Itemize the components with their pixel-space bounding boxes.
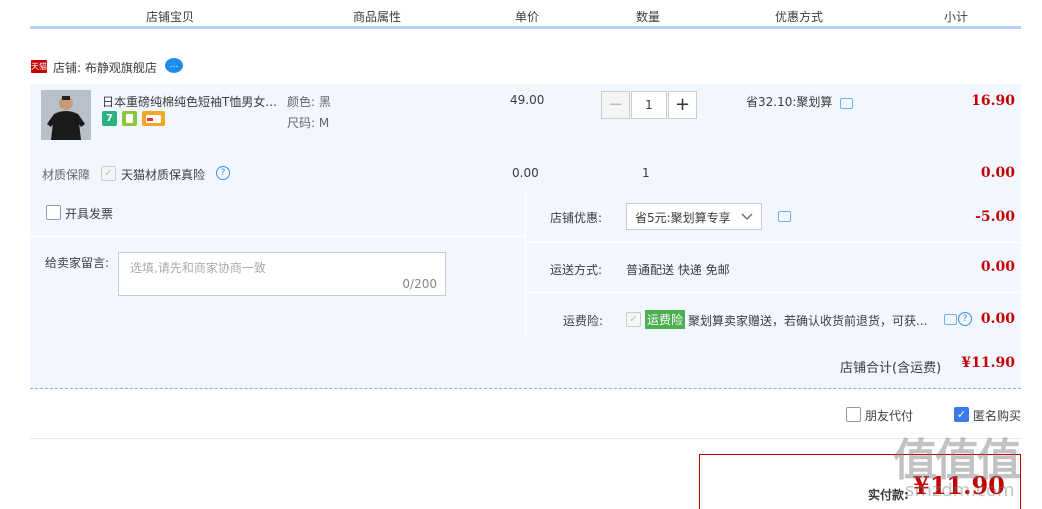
- seven-day-return-icon: 7: [102, 111, 117, 126]
- insurance-subtotal: 0.00: [980, 165, 1015, 181]
- friend-pay-label: 朋友代付: [865, 409, 914, 423]
- anonymous-label: 匿名购买: [973, 409, 1022, 423]
- divider: [30, 438, 1021, 439]
- shipping-value: 普通配送 快递 免邮: [626, 263, 730, 277]
- watermark-site: smzdm.com: [905, 480, 1015, 501]
- shop-total-amount: ¥11.90: [961, 355, 1015, 371]
- message-label: 给卖家留言:: [45, 256, 110, 270]
- freight-insurance-tag: 运费险: [645, 310, 686, 329]
- divider: [526, 242, 1021, 243]
- message-placeholder: 选填,请先和商家协商一致: [130, 261, 266, 275]
- header-divider: [30, 26, 1021, 29]
- invoice-checkbox[interactable]: [46, 205, 61, 220]
- shipping-label: 运送方式:: [550, 263, 603, 277]
- header-attr: 商品属性: [352, 10, 401, 24]
- product-thumbnail[interactable]: [41, 90, 91, 140]
- shop-total-label: 店铺合计(含运费): [840, 361, 942, 376]
- item-price: 49.00: [510, 93, 545, 107]
- help-icon[interactable]: ?: [216, 166, 230, 180]
- insurance-price: 0.00: [512, 166, 539, 180]
- qty-increase-button[interactable]: +: [668, 91, 697, 119]
- friend-pay-checkbox[interactable]: [846, 407, 861, 422]
- qty-decrease-button[interactable]: −: [601, 91, 630, 119]
- freight-insurance-checkbox[interactable]: ✓: [626, 312, 641, 327]
- header-qty: 数量: [635, 10, 660, 24]
- pay-label: 实付款:: [868, 488, 909, 502]
- shop-name-link[interactable]: 店铺: 布静观旗舰店: [53, 59, 157, 76]
- anonymous-checkbox[interactable]: ✓: [954, 407, 969, 422]
- shop-discount-select[interactable]: 省5元:聚划算专享: [626, 203, 762, 230]
- product-title-link[interactable]: 日本重磅纯棉纯色短袖T恤男女...: [102, 93, 280, 110]
- tmall-badge: 天猫: [31, 60, 47, 73]
- divider: [526, 292, 1021, 293]
- header-item: 店铺宝贝: [145, 10, 194, 24]
- discount-info-icon[interactable]: [778, 211, 791, 222]
- item-discount: 省32.10:聚划算: [746, 95, 833, 109]
- attr-color: 颜色: 黑: [287, 95, 331, 109]
- watermark-logo: 值值值: [893, 435, 1021, 486]
- divider: [30, 236, 526, 237]
- insurance-label: 材质保障: [42, 168, 91, 182]
- guarantee-icon: [122, 111, 137, 126]
- chat-seller-icon[interactable]: …: [165, 58, 183, 73]
- message-counter: 0/200: [402, 277, 437, 291]
- insurance-checkbox[interactable]: ✓: [101, 166, 116, 181]
- invoice-label: 开具发票: [65, 207, 114, 221]
- freight-insurance-amount: 0.00: [980, 311, 1015, 327]
- header-price: 单价: [514, 10, 539, 24]
- message-textarea[interactable]: 选填,请先和商家协商一致 0/200: [118, 252, 446, 296]
- shop-discount-amount: -5.00: [975, 209, 1015, 225]
- header-subtotal: 小计: [943, 10, 968, 24]
- header-discount: 优惠方式: [774, 10, 823, 24]
- freight-insurance-label: 运费险:: [563, 314, 604, 328]
- credit-card-icon: [142, 111, 165, 126]
- chevron-down-icon: [741, 213, 753, 220]
- item-subtotal: 16.90: [971, 93, 1015, 109]
- attr-size: 尺码: M: [287, 116, 330, 130]
- qty-input[interactable]: 1: [631, 91, 667, 119]
- shipping-amount: 0.00: [980, 259, 1015, 275]
- insurance-name: 天猫材质保真险: [121, 168, 206, 182]
- insurance-qty: 1: [642, 166, 650, 180]
- freight-insurance-desc: 聚划算卖家赠送，若确认收货前退货，可获...: [688, 314, 928, 328]
- divider: [525, 190, 526, 337]
- shop-discount-selected: 省5元:聚划算专享: [635, 211, 731, 225]
- shop-discount-label: 店铺优惠:: [550, 211, 603, 225]
- discount-info-icon[interactable]: [840, 98, 853, 109]
